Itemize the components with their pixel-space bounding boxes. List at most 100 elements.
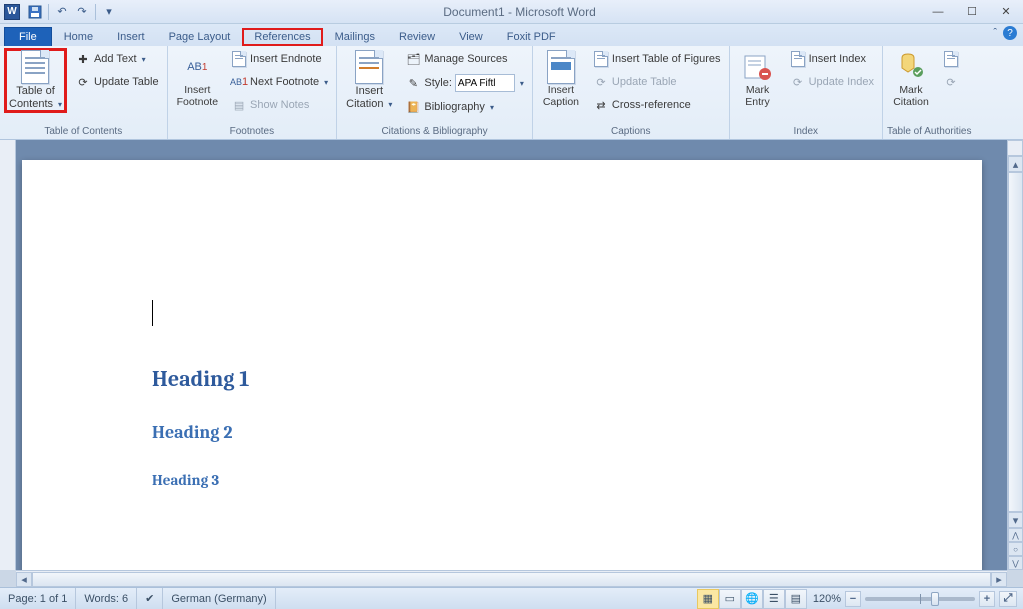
vertical-scrollbar[interactable]: ▴ ▾ ⋀ ○ ⋁ xyxy=(1007,156,1023,570)
manage-sources-icon: 🗂 xyxy=(405,51,421,67)
citation-style-select[interactable]: ✎Style: ▾ xyxy=(401,71,528,95)
ribbon-tabs: File Home Insert Page Layout References … xyxy=(0,24,1023,46)
insert-toa-button[interactable] xyxy=(939,48,963,70)
web-layout-view-icon[interactable]: 🌐 xyxy=(741,589,763,609)
tab-references[interactable]: References xyxy=(242,28,322,46)
outline-view-icon[interactable]: ☰ xyxy=(763,589,785,609)
mark-entry-button[interactable]: Mark Entry xyxy=(734,48,782,111)
cross-reference-button[interactable]: ⇄Cross-reference xyxy=(589,94,725,116)
bibliography-button[interactable]: 📔Bibliography▾ xyxy=(401,96,528,118)
qat-customize-icon[interactable]: ▾ xyxy=(100,3,118,21)
zoom-knob[interactable] xyxy=(931,592,939,606)
vertical-ruler xyxy=(0,140,16,570)
heading-3-text[interactable]: Heading 3 xyxy=(152,471,982,489)
text-cursor xyxy=(152,300,153,326)
zoom-slider[interactable] xyxy=(865,597,975,601)
insert-table-of-figures-button[interactable]: Insert Table of Figures xyxy=(589,48,725,70)
redo-icon[interactable]: ↷ xyxy=(73,3,91,21)
prev-page-icon[interactable]: ⋀ xyxy=(1008,528,1023,542)
group-label-captions: Captions xyxy=(537,125,725,139)
next-footnote-button[interactable]: AB1Next Footnote▾ xyxy=(227,71,332,93)
mark-entry-icon xyxy=(742,51,774,83)
group-captions: Insert Caption Insert Table of Figures ⟳… xyxy=(533,46,730,139)
tab-review[interactable]: Review xyxy=(387,28,447,46)
update-table-button[interactable]: ⟳Update Table xyxy=(71,71,163,93)
insert-index-icon xyxy=(791,51,805,67)
status-page[interactable]: Page: 1 of 1 xyxy=(0,588,76,609)
tof-icon xyxy=(594,51,608,67)
heading-1-text[interactable]: Heading 1 xyxy=(152,366,982,392)
toc-page-icon xyxy=(21,50,49,84)
group-label-toc: Table of Contents xyxy=(4,125,163,139)
show-notes-icon: ▤ xyxy=(231,97,247,113)
tab-page-layout[interactable]: Page Layout xyxy=(157,28,243,46)
tab-foxit-pdf[interactable]: Foxit PDF xyxy=(495,28,568,46)
group-label-citations: Citations & Bibliography xyxy=(341,125,528,139)
scroll-right-icon[interactable]: ▸ xyxy=(991,572,1007,587)
zoom-in-button[interactable]: + xyxy=(979,591,995,607)
close-button[interactable]: ✕ xyxy=(989,2,1023,22)
undo-icon[interactable]: ↶ xyxy=(53,3,71,21)
document-canvas[interactable]: Heading 1 Heading 2 Heading 3 xyxy=(16,140,1007,570)
horizontal-scrollbar[interactable]: ◂ ▸ xyxy=(16,570,1007,587)
next-page-icon[interactable]: ⋁ xyxy=(1008,556,1023,570)
full-screen-view-icon[interactable]: ▭ xyxy=(719,589,741,609)
caption-icon xyxy=(547,50,575,84)
insert-caption-button[interactable]: Insert Caption xyxy=(537,48,585,111)
window-title: Document1 - Microsoft Word xyxy=(118,5,921,19)
endnote-icon xyxy=(232,51,246,67)
scroll-left-icon[interactable]: ◂ xyxy=(16,572,32,587)
status-bar: Page: 1 of 1 Words: 6 ✔ German (Germany)… xyxy=(0,587,1023,609)
heading-2-text[interactable]: Heading 2 xyxy=(152,422,982,443)
title-bar: W ↶ ↷ ▾ Document1 - Microsoft Word — ☐ ✕ xyxy=(0,0,1023,24)
tab-insert[interactable]: Insert xyxy=(105,28,157,46)
word-app-icon: W xyxy=(4,4,20,20)
insert-index-button[interactable]: Insert Index xyxy=(786,48,878,70)
maximize-button[interactable]: ☐ xyxy=(955,2,989,22)
toa-icon xyxy=(944,51,958,67)
update-captions-button: ⟳Update Table xyxy=(589,71,725,93)
vscroll-thumb[interactable] xyxy=(1008,172,1023,512)
update-index-icon: ⟳ xyxy=(790,74,806,90)
mark-citation-icon xyxy=(895,51,927,83)
browse-object-icon[interactable]: ○ xyxy=(1008,542,1023,556)
draft-view-icon[interactable]: ▤ xyxy=(785,589,807,609)
hscroll-thumb[interactable] xyxy=(32,572,991,587)
bibliography-icon: 📔 xyxy=(405,99,421,115)
zoom-control: 120% − + ⤢ xyxy=(807,591,1023,607)
status-proofing[interactable]: ✔ xyxy=(137,588,163,609)
status-language[interactable]: German (Germany) xyxy=(163,588,275,609)
ruler-toggle-button[interactable] xyxy=(1007,140,1023,156)
tab-file[interactable]: File xyxy=(4,27,52,46)
scroll-down-icon[interactable]: ▾ xyxy=(1008,512,1023,528)
help-icon[interactable]: ? xyxy=(1003,26,1017,40)
zoom-level[interactable]: 120% xyxy=(813,593,841,605)
zoom-out-button[interactable]: − xyxy=(845,591,861,607)
minimize-ribbon-icon[interactable]: ˆ xyxy=(993,27,997,39)
manage-sources-button[interactable]: 🗂Manage Sources xyxy=(401,48,528,70)
group-label-index: Index xyxy=(734,125,878,139)
save-icon[interactable] xyxy=(26,3,44,21)
proofing-icon: ✔ xyxy=(145,592,154,605)
insert-endnote-button[interactable]: Insert Endnote xyxy=(227,48,332,70)
table-of-contents-button[interactable]: Table of Contents ▾ xyxy=(4,48,67,113)
print-layout-view-icon[interactable]: ▦ xyxy=(697,589,719,609)
status-words[interactable]: Words: 6 xyxy=(76,588,137,609)
crossref-icon: ⇄ xyxy=(593,97,609,113)
scroll-up-icon[interactable]: ▴ xyxy=(1008,156,1023,172)
page-1[interactable]: Heading 1 Heading 2 Heading 3 xyxy=(22,160,982,570)
tab-home[interactable]: Home xyxy=(52,28,105,46)
insert-citation-button[interactable]: Insert Citation ▾ xyxy=(341,48,397,113)
view-buttons: ▦ ▭ 🌐 ☰ ▤ xyxy=(697,589,807,609)
minimize-button[interactable]: — xyxy=(921,2,955,22)
tab-view[interactable]: View xyxy=(447,28,495,46)
add-text-button[interactable]: ✚Add Text▾ xyxy=(71,48,163,70)
quick-access-toolbar: ↶ ↷ ▾ xyxy=(26,3,118,21)
insert-footnote-button[interactable]: AB1 Insert Footnote xyxy=(172,48,223,111)
style-input[interactable] xyxy=(455,74,515,92)
update-captions-icon: ⟳ xyxy=(593,74,609,90)
zoom-fit-button[interactable]: ⤢ xyxy=(999,591,1017,607)
mark-citation-button[interactable]: Mark Citation xyxy=(887,48,935,111)
tab-mailings[interactable]: Mailings xyxy=(323,28,387,46)
group-label-footnotes: Footnotes xyxy=(172,125,333,139)
